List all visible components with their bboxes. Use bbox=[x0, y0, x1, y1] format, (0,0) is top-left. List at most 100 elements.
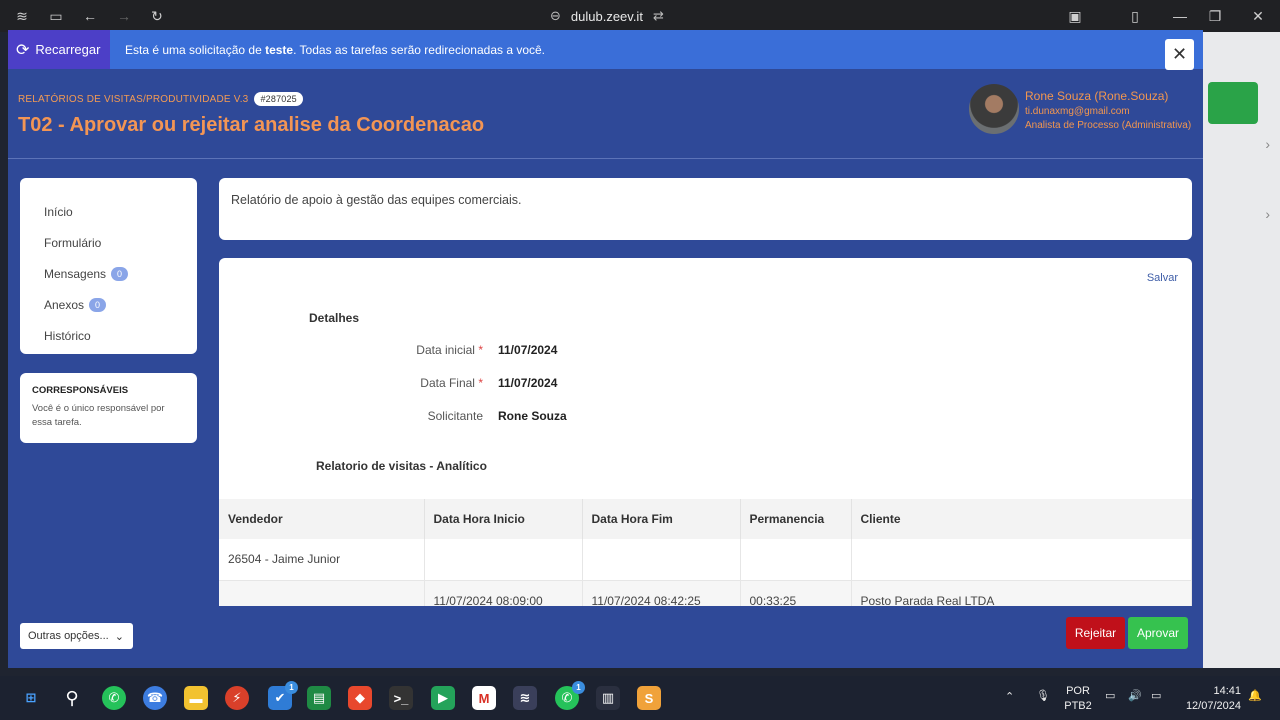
sidebar-nav: Início Formulário Mensagens 0 Anexos 0 His… bbox=[20, 178, 197, 354]
field-label: Solicitante bbox=[427, 409, 483, 423]
meet-icon[interactable]: ▶ bbox=[431, 686, 455, 710]
link-icon: ⊖ bbox=[550, 8, 561, 23]
corresponsaveis-card: CORRESPONSÁVEIS Você é o único responsáv… bbox=[20, 373, 197, 443]
report-section-title: Relatorio de visitas - Analítico bbox=[316, 459, 487, 473]
reject-button[interactable]: Rejeitar bbox=[1066, 617, 1125, 649]
avatar[interactable] bbox=[969, 84, 1019, 134]
sidebar-item-formulario[interactable]: Formulário bbox=[20, 227, 197, 258]
approve-button[interactable]: Aprovar bbox=[1128, 617, 1188, 649]
network-icon[interactable]: ▭ bbox=[1105, 689, 1115, 702]
table-cell: 26504 - Jaime Junior bbox=[219, 539, 425, 581]
field-data-final: Data Final * 11/07/2024 bbox=[219, 376, 1192, 396]
visits-table: Vendedor Data Hora Inicio Data Hora Fim … bbox=[219, 499, 1192, 618]
more-options-label: Outras opções... bbox=[28, 630, 109, 642]
field-value[interactable]: 11/07/2024 bbox=[498, 376, 557, 390]
gmail-icon[interactable]: M bbox=[472, 686, 496, 710]
sidebar-item-inicio[interactable]: Início bbox=[20, 196, 197, 227]
battery-icon[interactable]: ▭ bbox=[1151, 689, 1161, 702]
system-clock[interactable]: 14:41 12/07/2024 bbox=[1181, 684, 1241, 714]
field-value: Rone Souza bbox=[498, 409, 567, 423]
reload-label: Recarregar bbox=[35, 42, 101, 57]
forward-arrow-icon[interactable]: → bbox=[114, 6, 134, 26]
window-close-icon[interactable]: ✕ bbox=[1248, 6, 1268, 26]
notifications-icon[interactable]: 🔔 bbox=[1248, 689, 1262, 702]
windows-taskbar: ⊞ ⚲ ✆ ☎ ▬ ⚡ ✔ 1 ▤ ◆ >_ ▶ M ≋ ✆ 1 ▥ S ⌃ 🎙 P… bbox=[0, 676, 1280, 720]
reload-icon[interactable]: ↻ bbox=[147, 6, 167, 26]
chart-app-icon[interactable]: ▥ bbox=[596, 686, 620, 710]
request-id-badge: #287025 bbox=[254, 92, 303, 106]
file-explorer-icon[interactable]: ▬ bbox=[184, 686, 208, 710]
refresh-icon: ⟳ bbox=[16, 41, 30, 59]
more-options-select[interactable]: Outras opções... ⌄ bbox=[20, 623, 133, 649]
corresp-title: CORRESPONSÁVEIS bbox=[32, 385, 129, 396]
table-row[interactable]: 26504 - Jaime Junior bbox=[219, 539, 1192, 581]
anydesk-icon[interactable]: ⚡ bbox=[225, 686, 249, 710]
chevron-right-icon: › bbox=[1265, 136, 1270, 152]
table-cell bbox=[424, 539, 583, 581]
excel-icon[interactable]: ▤ bbox=[307, 686, 331, 710]
restore-icon[interactable]: ❐ bbox=[1205, 6, 1225, 26]
tray-chevron-up-icon[interactable]: ⌃ bbox=[1005, 690, 1014, 703]
description-text: Relatório de apoio à gestão das equipes … bbox=[231, 193, 522, 207]
column-header[interactable]: Cliente bbox=[851, 499, 1192, 539]
table-cell bbox=[851, 539, 1192, 581]
phone-app-icon[interactable]: ☎ bbox=[143, 686, 167, 710]
volume-icon[interactable]: 🔊 bbox=[1128, 689, 1142, 702]
sidebar-item-historico[interactable]: Histórico bbox=[20, 320, 197, 351]
table-cell bbox=[582, 539, 741, 581]
task-header: RELATÓRIOS DE VISITAS/PRODUTIVIDADE V.3 … bbox=[8, 69, 1203, 159]
background-page: › › bbox=[1202, 32, 1280, 668]
corresp-text: Você é o único responsável por essa tare… bbox=[32, 403, 165, 428]
field-value[interactable]: 11/07/2024 bbox=[498, 343, 557, 357]
whatsapp-business-icon[interactable]: ✆ 1 bbox=[555, 681, 585, 710]
microphone-icon[interactable]: 🎙 bbox=[1036, 689, 1050, 702]
chevron-right-icon: › bbox=[1265, 206, 1270, 222]
user-name: Rone Souza (Rone.Souza) bbox=[1025, 89, 1169, 103]
save-link[interactable]: Salvar bbox=[1147, 272, 1178, 284]
anydesk-alt-icon[interactable]: ◆ bbox=[348, 686, 372, 710]
field-label: Data inicial * bbox=[416, 343, 483, 357]
extension-icon[interactable]: ▣ bbox=[1065, 6, 1085, 26]
process-name: RELATÓRIOS DE VISITAS/PRODUTIVIDADE V.3 bbox=[18, 93, 249, 105]
todo-icon[interactable]: ✔ 1 bbox=[268, 681, 298, 710]
start-icon[interactable]: ⊞ bbox=[19, 686, 43, 710]
messages-count-badge: 0 bbox=[111, 266, 129, 281]
url-text: dulub.zeev.it bbox=[570, 8, 643, 24]
browser-toolbar: ≋ ▭ ← → ↻ ⊖ dulub.zeev.it ⇄ ▣ ▯ — ❐ ✕ bbox=[0, 0, 1280, 32]
table-header-row: Vendedor Data Hora Inicio Data Hora Fim … bbox=[219, 499, 1192, 539]
close-button[interactable]: ✕ bbox=[1165, 39, 1194, 70]
column-header[interactable]: Permanencia bbox=[740, 499, 852, 539]
task-modal: ⟳ Recarregar Esta é uma solicitação de t… bbox=[8, 30, 1203, 668]
sidebar-toggle-icon[interactable]: ▭ bbox=[46, 6, 66, 26]
description-card: Relatório de apoio à gestão das equipes … bbox=[219, 178, 1192, 240]
notice-text: Esta é uma solicitação de teste. Todas a… bbox=[125, 43, 546, 57]
column-header[interactable]: Data Hora Fim bbox=[582, 499, 741, 539]
sidebar-item-anexos[interactable]: Anexos 0 bbox=[20, 289, 197, 320]
split-view-icon[interactable]: ▯ bbox=[1125, 6, 1145, 26]
minimize-icon[interactable]: — bbox=[1170, 6, 1190, 26]
breadcrumb: RELATÓRIOS DE VISITAS/PRODUTIVIDADE V.3 … bbox=[18, 92, 303, 106]
sublime-icon[interactable]: S bbox=[637, 686, 661, 710]
terminal-icon[interactable]: >_ bbox=[389, 686, 413, 710]
reload-button[interactable]: ⟳ Recarregar bbox=[8, 30, 110, 69]
whatsapp-icon[interactable]: ✆ bbox=[102, 686, 126, 710]
attachments-count-badge: 0 bbox=[89, 297, 107, 312]
modal-footer: Outras opções... ⌄ Rejeitar Aprovar bbox=[8, 606, 1203, 668]
test-notice-bar: ⟳ Recarregar Esta é uma solicitação de t… bbox=[8, 30, 1203, 70]
browser-taskbar-icon[interactable]: ≋ bbox=[513, 686, 537, 710]
search-icon[interactable]: ⚲ bbox=[60, 686, 84, 710]
site-settings-icon[interactable]: ⇄ bbox=[653, 8, 664, 24]
table-cell bbox=[740, 539, 852, 581]
user-email: ti.dunaxmg@gmail.com bbox=[1025, 106, 1130, 117]
back-arrow-icon[interactable]: ← bbox=[80, 6, 100, 26]
user-role: Analista de Processo (Administrativa) bbox=[1025, 120, 1192, 131]
sidebar-item-mensagens[interactable]: Mensagens 0 bbox=[20, 258, 197, 289]
browser-logo-icon[interactable]: ≋ bbox=[12, 6, 32, 26]
address-bar[interactable]: ⊖ dulub.zeev.it ⇄ bbox=[550, 6, 664, 26]
field-solicitante: Solicitante Rone Souza bbox=[219, 409, 1192, 429]
column-header[interactable]: Data Hora Inicio bbox=[424, 499, 583, 539]
field-label: Data Final * bbox=[420, 376, 483, 390]
column-header[interactable]: Vendedor bbox=[219, 499, 425, 539]
section-title-detalhes: Detalhes bbox=[309, 311, 360, 325]
language-indicator[interactable]: POR PTB2 bbox=[1063, 684, 1093, 714]
